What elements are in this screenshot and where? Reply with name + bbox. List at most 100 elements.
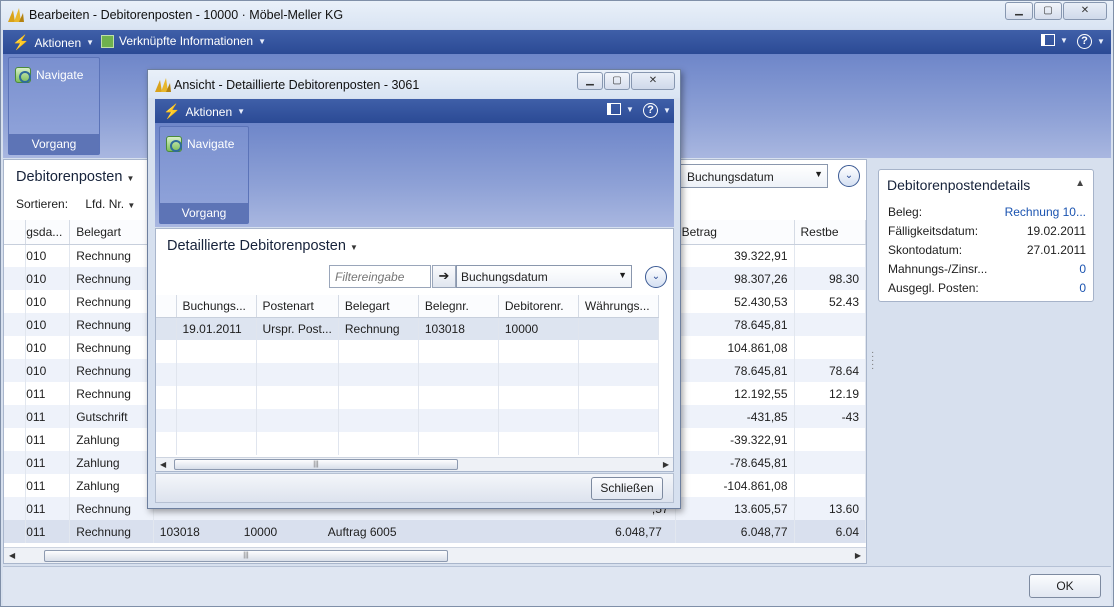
filter-input[interactable] — [329, 265, 431, 288]
column-header[interactable]: Belegart — [338, 295, 419, 318]
dialog-horizontal-scrollbar[interactable]: ◀ ||| ▶ — [156, 457, 673, 471]
chevron-down-icon: ▼ — [1060, 35, 1068, 45]
dialog-layout-menu[interactable]: ▼ — [607, 103, 634, 115]
ok-button[interactable]: OK — [1029, 574, 1101, 598]
cell-document-no: 103018 — [159, 524, 200, 539]
row-selector[interactable] — [156, 317, 177, 340]
scroll-left-icon[interactable]: ◀ — [9, 551, 15, 560]
cell-date: 010 — [25, 359, 71, 382]
related-info-label: Verknüpfte Informationen — [119, 34, 254, 48]
table-row-selected[interactable]: 011 Rechnung 103018 10000 Auftrag 6005 6.048,… — [4, 520, 866, 543]
table-cell — [176, 340, 257, 363]
dialog-actions-menu[interactable]: ⚡ Aktionen ▼ — [163, 103, 245, 120]
maximize-button[interactable]: ▢ — [1034, 2, 1062, 20]
maximize-button[interactable]: ▢ — [604, 72, 630, 90]
table-cell — [176, 386, 257, 409]
sort-dropdown[interactable]: Lfd. Nr. ▼ — [85, 197, 135, 211]
column-header[interactable]: Buchungs... — [176, 295, 257, 318]
cell-document-type: Rechnung — [69, 497, 154, 520]
dialog-help-menu[interactable]: ? ▼ — [643, 103, 671, 118]
close-button[interactable]: ✕ — [631, 72, 675, 90]
close-button[interactable]: ✕ — [1063, 2, 1107, 20]
cell-date: 011 — [25, 497, 71, 520]
list-title[interactable]: Debitorenposten ▼ — [16, 169, 134, 185]
column-header[interactable]: Postenart — [256, 295, 339, 318]
help-icon: ? — [1077, 34, 1092, 49]
horizontal-scrollbar[interactable]: ◀ ||| ▶ — [4, 547, 866, 563]
table-row[interactable] — [156, 409, 659, 432]
scroll-right-icon[interactable]: ▶ — [855, 551, 861, 560]
help-icon: ? — [643, 103, 658, 118]
dialog-list-panel: Detaillierte Debitorenposten ▼ ➔ Buchung… — [155, 228, 674, 472]
row-selector[interactable] — [156, 432, 177, 455]
cell-amount: 78.645,81 — [675, 313, 795, 336]
actions-menu[interactable]: ⚡ Aktionen ▼ — [12, 34, 94, 51]
factbox-value[interactable]: 0 — [1079, 281, 1086, 295]
layout-menu[interactable]: ▼ — [1041, 34, 1068, 46]
cell-remaining — [794, 451, 866, 474]
navigate-icon — [15, 67, 31, 83]
minimize-button[interactable]: ▁ — [577, 72, 603, 90]
panel-splitter[interactable]: · · · · · — [871, 348, 874, 374]
dialog-filter-field-select[interactable]: Buchungsdatum ▼ — [456, 265, 632, 288]
navigate-button[interactable]: Navigate — [166, 136, 234, 152]
collapse-icon[interactable]: ▲ — [1075, 178, 1085, 189]
cell-date: 010 — [25, 267, 71, 290]
apply-filter-arrow-icon[interactable]: ➔ — [432, 265, 456, 288]
table-cell — [498, 432, 579, 455]
related-info-menu[interactable]: Verknüpfte Informationen ▼ — [101, 34, 266, 48]
cell-amount: 39.322,91 — [675, 244, 795, 267]
cell-document-type: Rechnung — [69, 267, 154, 290]
scroll-thumb[interactable]: ||| — [44, 550, 448, 562]
column-header[interactable]: Belegnr. — [418, 295, 499, 318]
row-selector — [4, 405, 27, 428]
chevron-down-icon: ▼ — [618, 270, 627, 280]
column-header[interactable]: Betrag — [675, 220, 795, 245]
minimize-button[interactable]: ▁ — [1005, 2, 1033, 20]
row-selector[interactable] — [156, 363, 177, 386]
table-row[interactable]: 19.01.2011 Urspr. Post... Rechnung 103018 10… — [156, 317, 659, 340]
factbox-value[interactable]: Rechnung 10... — [1005, 205, 1086, 219]
cell-date: 010 — [25, 336, 71, 359]
schliessen-button[interactable]: Schließen — [591, 477, 663, 500]
filter-field-select[interactable]: Buchungsdatum ▼ — [680, 164, 828, 188]
detail-entries-table: Buchungs... Postenart Belegart Belegnr. Debi… — [156, 295, 659, 455]
lightning-icon: ⚡ — [12, 34, 30, 50]
cell-date: 011 — [25, 382, 71, 405]
chevron-down-icon: ▼ — [663, 106, 671, 115]
table-row[interactable] — [156, 386, 659, 409]
expand-filter-button[interactable]: ⌄ — [645, 266, 667, 288]
row-selector[interactable] — [156, 340, 177, 363]
scroll-thumb[interactable]: ||| — [174, 459, 458, 470]
table-row[interactable] — [156, 432, 659, 455]
cell-remaining — [794, 474, 866, 497]
dialog-ribbon: Navigate Vorgang — [155, 123, 674, 227]
factbox-row: Ausgegl. Posten: 0 — [888, 281, 1086, 295]
dynamics-logo-icon — [155, 78, 171, 92]
row-selector[interactable] — [156, 386, 177, 409]
scroll-left-icon[interactable]: ◀ — [160, 460, 166, 469]
factbox-title: Debitorenpostendetails — [887, 177, 1031, 193]
navigate-button[interactable]: Navigate — [15, 67, 83, 83]
column-header[interactable]: gsda... — [25, 220, 71, 245]
ribbon-group-vorgang: Navigate Vorgang — [159, 126, 249, 224]
factbox-value[interactable]: 0 — [1079, 262, 1086, 276]
help-menu[interactable]: ? ▼ — [1077, 34, 1105, 49]
factbox-value: 27.01.2011 — [1026, 243, 1086, 257]
cell-customer-no: 10000 — [243, 524, 278, 539]
expand-filter-button[interactable]: ⌄ — [838, 165, 860, 187]
cell-remaining — [794, 336, 866, 359]
table-cell — [578, 317, 659, 340]
scroll-right-icon[interactable]: ▶ — [663, 460, 669, 469]
table-row[interactable] — [156, 363, 659, 386]
column-header[interactable]: Währungs... — [578, 295, 659, 318]
cell-date: 010 — [25, 244, 71, 267]
column-header[interactable]: Debitorenr. — [498, 295, 579, 318]
cell-date: 011 — [25, 451, 71, 474]
table-row[interactable] — [156, 340, 659, 363]
row-selector[interactable] — [156, 409, 177, 432]
column-header[interactable]: Restbe — [794, 220, 866, 245]
layout-icon — [1041, 34, 1055, 46]
column-header[interactable]: Belegart — [69, 220, 154, 245]
dialog-list-title[interactable]: Detaillierte Debitorenposten ▼ — [167, 238, 358, 254]
